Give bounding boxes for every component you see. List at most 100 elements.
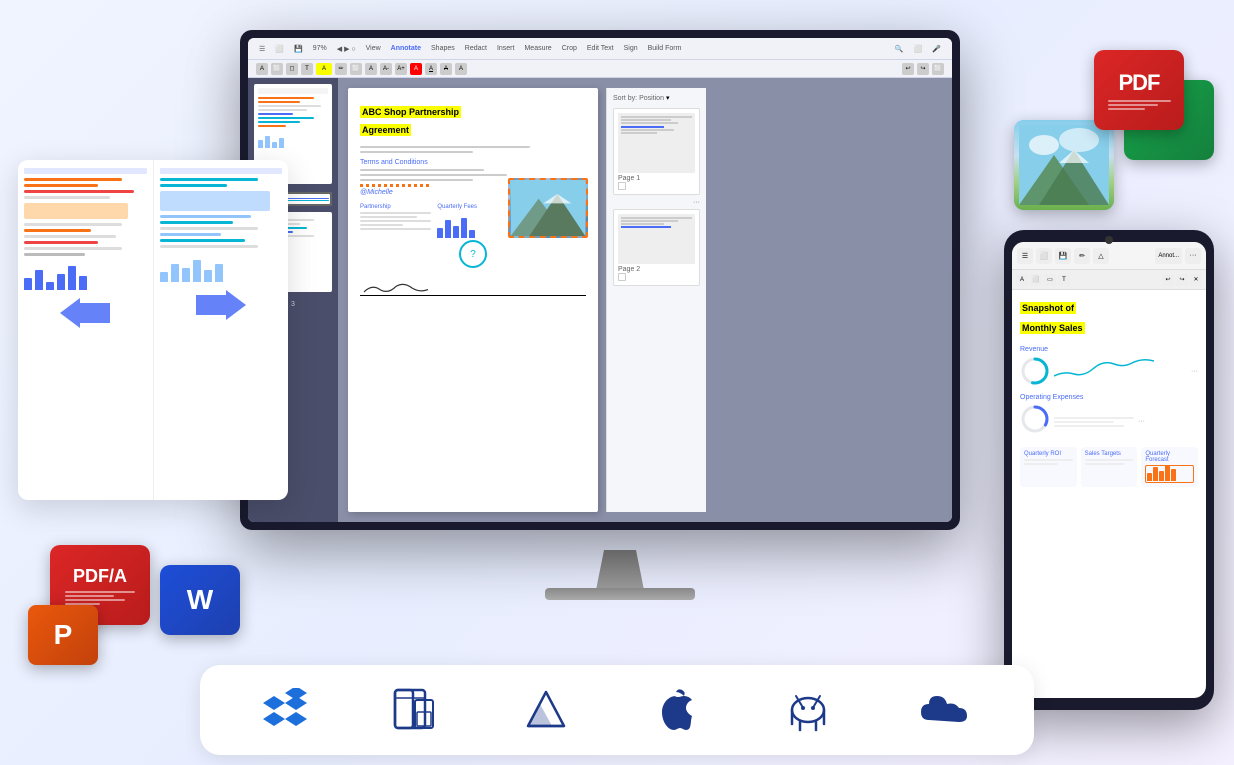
crop-menu[interactable]: Crop — [559, 44, 580, 53]
forecast-section: Quarterly Forecast — [1141, 447, 1198, 487]
annotation-toolbar[interactable]: A ⬜ ◻ T A ✏ ⬜ A A- A+ A A A A ↩ ↪ ⬜ — [248, 60, 952, 78]
stamp-icon[interactable]: ⬜ — [350, 63, 362, 75]
textbox-icon[interactable]: ⬜ — [271, 63, 283, 75]
bold-a[interactable]: A — [455, 63, 467, 75]
page1-label: Page 1 — [618, 175, 695, 182]
monitor-screen: ☰ ⬜ 💾 97% ◀ ▶ ○ View Annotate Shapes Red… — [240, 30, 960, 530]
undo-icon[interactable]: ↩ — [902, 63, 914, 75]
right-page1-thumb[interactable]: Page 1 — [613, 108, 700, 195]
quarterly-chart — [437, 213, 508, 238]
sort-by-control[interactable]: Sort by: Position ▾ — [613, 94, 700, 102]
quarterly-roi-title: Quarterly ROI — [1024, 451, 1073, 457]
tablet-title-highlight2: Monthly Sales — [1020, 318, 1198, 338]
search-icon[interactable]: 🔍 — [892, 44, 907, 54]
page2-checkbox[interactable] — [618, 273, 626, 281]
tablet-annotate[interactable]: ✏ — [1074, 248, 1090, 264]
tab-box-icon[interactable]: ⬜ — [1030, 274, 1042, 286]
left-bar-chart — [24, 260, 147, 290]
comparison-panel — [18, 160, 288, 500]
highlight-icon[interactable]: A — [316, 63, 332, 75]
tablet-annot-label[interactable]: Annot... — [1155, 248, 1182, 264]
font-color-a[interactable]: A — [410, 63, 422, 75]
shapes-menu[interactable]: Shapes — [428, 44, 458, 53]
tab-rect-icon[interactable]: ▭ — [1044, 274, 1056, 286]
tablet-title-highlight1: Snapshot of — [1020, 298, 1198, 318]
google-drive-icon[interactable] — [524, 688, 568, 732]
apple-icon[interactable] — [654, 688, 698, 732]
pdfa-label: PDF/A — [73, 566, 127, 587]
cloud-icon[interactable] — [919, 688, 971, 732]
word-label: W — [187, 584, 213, 616]
pdf-page-main: ABC Shop Partnership Agreement Terms and… — [348, 88, 598, 512]
pdf-title-line2: Agreement — [360, 124, 411, 136]
save-icon[interactable]: 💾 — [291, 44, 306, 54]
menu-icon[interactable]: ☰ — [256, 44, 268, 54]
zoom-level[interactable]: 97% — [310, 44, 330, 53]
tablet-menu[interactable]: ☰ — [1017, 248, 1033, 264]
redact-menu[interactable]: Redact — [462, 44, 490, 53]
underline-a[interactable]: A — [425, 63, 437, 75]
operating-title: Operating Expenses — [1020, 394, 1198, 401]
tab-del[interactable]: ✕ — [1190, 274, 1202, 286]
terms-section-title: Terms and Conditions — [360, 159, 586, 166]
platform-icons-bar — [200, 665, 1034, 755]
dropbox-icon[interactable] — [263, 688, 307, 732]
eraser-icon[interactable]: ⬜ — [932, 63, 944, 75]
tablet-screen: ☰ ⬜ 💾 ✏ △ Annot... ··· A ⬜ ▭ T ↩ ↪ ✕ Sna… — [1012, 242, 1206, 698]
insert-menu[interactable]: Insert — [494, 44, 518, 53]
tablet-annotation-bar[interactable]: A ⬜ ▭ T ↩ ↪ ✕ — [1012, 270, 1206, 290]
shape-icon[interactable]: ◻ — [286, 63, 298, 75]
page-icon[interactable]: ⬜ — [272, 44, 287, 54]
redo-icon[interactable]: ↪ — [917, 63, 929, 75]
tab-redo[interactable]: ↪ — [1176, 274, 1188, 286]
decrease-icon[interactable]: A- — [380, 63, 392, 75]
tab-undo[interactable]: ↩ — [1162, 274, 1174, 286]
pdf-software-icon[interactable] — [393, 688, 437, 732]
tab-text-icon[interactable]: T — [1058, 274, 1070, 286]
build-form-menu[interactable]: Build Form — [645, 44, 685, 53]
text-icon[interactable]: T — [301, 63, 313, 75]
tablet-more[interactable]: ··· — [1185, 248, 1201, 264]
right-page2-thumb[interactable]: Page 2 — [613, 209, 700, 286]
tablet-toolbar[interactable]: ☰ ⬜ 💾 ✏ △ Annot... ··· — [1012, 242, 1206, 270]
arrow-right-icon — [196, 290, 246, 320]
forecast-title: Quarterly Forecast — [1145, 451, 1194, 463]
zoom-controls[interactable]: ◀ ▶ ○ — [334, 44, 359, 54]
monitor: ☰ ⬜ 💾 97% ◀ ▶ ○ View Annotate Shapes Red… — [240, 30, 1000, 610]
page1-checkbox[interactable] — [618, 182, 626, 190]
tablet-page[interactable]: ⬜ — [1036, 248, 1052, 264]
monitor-base — [545, 588, 695, 600]
tablet-device: ☰ ⬜ 💾 ✏ △ Annot... ··· A ⬜ ▭ T ↩ ↪ ✕ Sna… — [1004, 230, 1214, 710]
pdf-image-annotation[interactable] — [508, 178, 588, 238]
tab-font-icon[interactable]: A — [1016, 274, 1028, 286]
annotate-menu[interactable]: Annotate — [388, 44, 424, 53]
sales-targets-section: Sales Targets — [1081, 447, 1138, 487]
revenue-title: Revenue — [1020, 346, 1198, 353]
tablet-save[interactable]: 💾 — [1055, 248, 1071, 264]
measure-menu[interactable]: Measure — [521, 44, 554, 53]
text-size-icon[interactable]: A — [365, 63, 377, 75]
pdf-title-line1: ABC Shop Partnership — [360, 106, 461, 118]
revenue-section: Revenue ··· — [1020, 346, 1198, 386]
circle-question: ? — [459, 240, 487, 268]
quarterly-roi-section: Quarterly ROI — [1020, 447, 1077, 487]
pdf-icon: PDF — [1119, 70, 1160, 96]
main-toolbar[interactable]: ☰ ⬜ 💾 97% ◀ ▶ ○ View Annotate Shapes Red… — [248, 38, 952, 60]
strikethrough-a[interactable]: A — [440, 63, 452, 75]
android-icon[interactable] — [784, 688, 832, 732]
increase-icon[interactable]: A+ — [395, 63, 407, 75]
col1-title: Partnership — [360, 204, 431, 210]
mic-icon[interactable]: 🎤 — [929, 44, 944, 54]
pdf-right-panel: Sort by: Position ▾ — [606, 88, 706, 512]
tablet-highlight-text2: Monthly Sales — [1020, 322, 1085, 334]
sign-menu[interactable]: Sign — [621, 44, 641, 53]
tablet-shape[interactable]: △ — [1093, 248, 1109, 264]
pdf-top-badge: PDF — [1094, 50, 1184, 130]
edit-text-menu[interactable]: Edit Text — [584, 44, 617, 53]
partnership-col: Partnership — [360, 204, 431, 270]
share-icon[interactable]: ⬜ — [911, 44, 926, 54]
font-icon[interactable]: A — [256, 63, 268, 75]
pdf-work-area: 3 ABC Shop Partnership Agreement Terms a… — [248, 78, 952, 522]
pencil-icon[interactable]: ✏ — [335, 63, 347, 75]
view-menu[interactable]: View — [363, 44, 384, 53]
